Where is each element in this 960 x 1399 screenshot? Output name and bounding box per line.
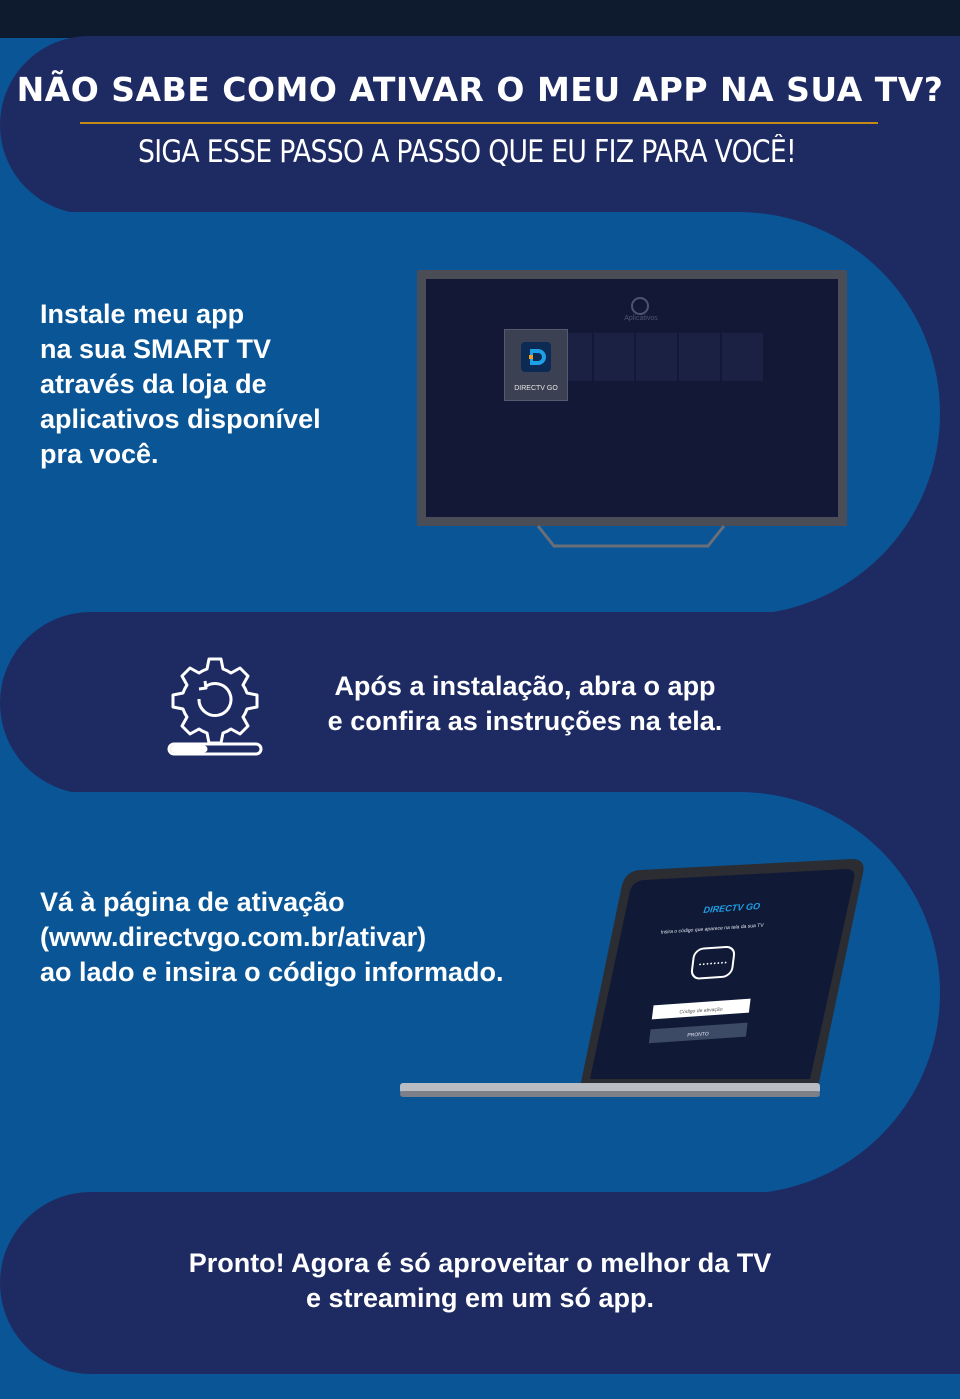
page-title: NÃO SABE COMO ATIVAR O MEU APP NA SUA TV…: [16, 70, 944, 109]
step-1-text: Instale meu app na sua SMART TV através …: [40, 299, 321, 469]
laptop-icon: DIRECTV GO Insira o código que aparece n…: [400, 859, 864, 1097]
header-band: [0, 36, 960, 214]
tv-icon: Aplicativos DIRECTV GO: [417, 270, 847, 526]
app-tile-label: DIRECTV GO: [514, 385, 558, 392]
step-2-text: Após a instalação, abra o app e confira …: [327, 671, 723, 736]
tv-menu-label: Aplicativos: [624, 315, 658, 322]
gear-icon: [631, 297, 649, 315]
tv-stand: [536, 525, 726, 548]
tv-screen: Aplicativos DIRECTV GO: [426, 279, 838, 517]
title-divider: [80, 122, 878, 124]
app-logo-icon: [521, 342, 551, 372]
step-4-text: Pronto! Agora é só aproveitar o melhor d…: [188, 1248, 772, 1313]
gear-loading-icon: [167, 657, 263, 756]
app-tile: DIRECTV GO: [504, 329, 568, 401]
page-subtitle: SIGA ESSE PASSO A PASSO QUE EU FIZ PARA …: [137, 134, 797, 170]
top-bar: [0, 0, 960, 38]
